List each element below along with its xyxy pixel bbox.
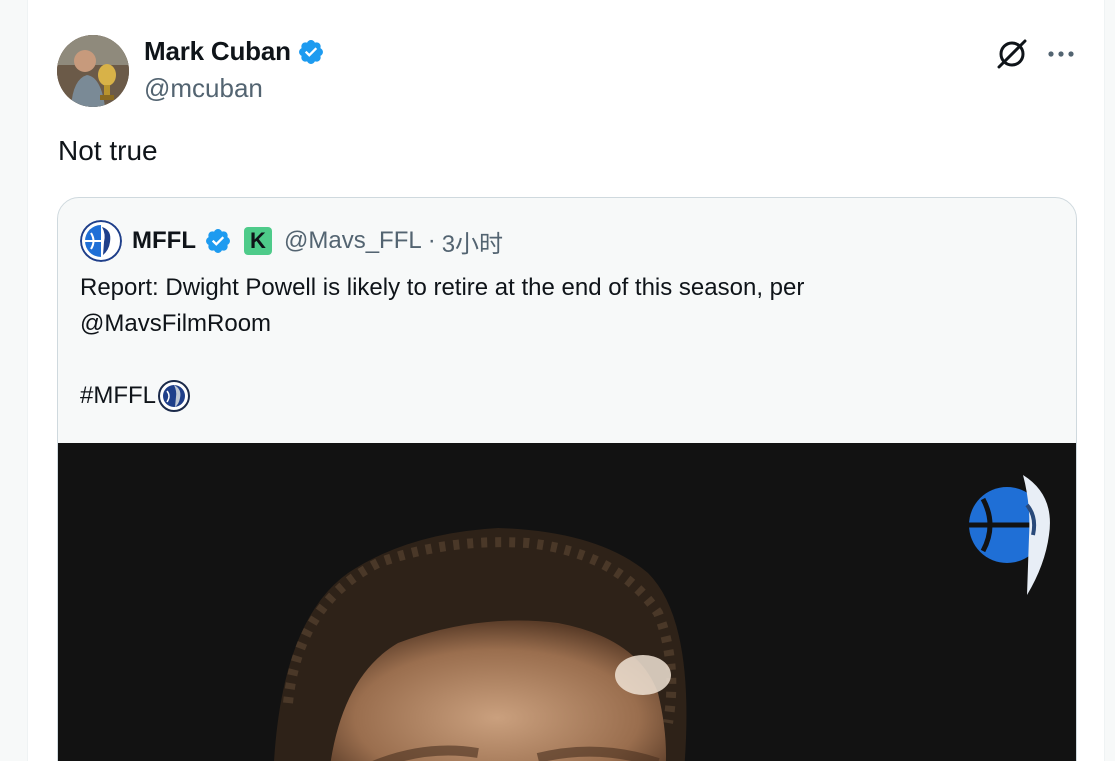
separator-dot: · [427,227,436,254]
tweet-card[interactable]: Mark Cuban @mcuban Not true MFFL K @Mavs… [27,0,1105,761]
quoted-tweet-text: Report: Dwight Powell is likely to retir… [80,270,1050,414]
quoted-tweet[interactable]: MFFL K @Mavs_FFL · 3小时 Report: Dwight Po… [57,197,1077,761]
quoted-timestamp[interactable]: 3小时 [442,224,503,259]
author-name[interactable]: Mark Cuban [144,36,291,67]
quoted-media-image[interactable] [58,443,1076,761]
grok-icon[interactable] [994,36,1030,72]
quoted-author-name[interactable]: MFFL [132,227,196,255]
quoted-tweet-header: MFFL K @Mavs_FFL · 3小时 [80,220,503,262]
quoted-mention-link[interactable]: @MavsFilmRoom [80,306,1050,342]
tweet-text: Not true [58,135,158,166]
quoted-text-line: Report: Dwight Powell is likely to retir… [80,274,805,301]
quoted-author-avatar[interactable] [80,220,122,262]
mavs-logo-emoji-icon [158,380,191,412]
more-icon[interactable] [1045,40,1077,68]
hashtag-row: #MFFL [80,378,1050,414]
page: Mark Cuban @mcuban Not true MFFL K @Mavs… [0,0,1115,761]
quoted-verified-badge-icon [204,227,232,255]
author-avatar[interactable] [57,35,129,107]
affiliate-badge-icon[interactable]: K [243,227,272,255]
author-name-row[interactable]: Mark Cuban [144,36,325,67]
hashtag-link[interactable]: #MFFL [80,378,156,414]
author-handle[interactable]: @mcuban [144,73,263,104]
quoted-author-handle[interactable]: @Mavs_FFL [284,227,422,255]
verified-badge-icon [297,38,325,66]
